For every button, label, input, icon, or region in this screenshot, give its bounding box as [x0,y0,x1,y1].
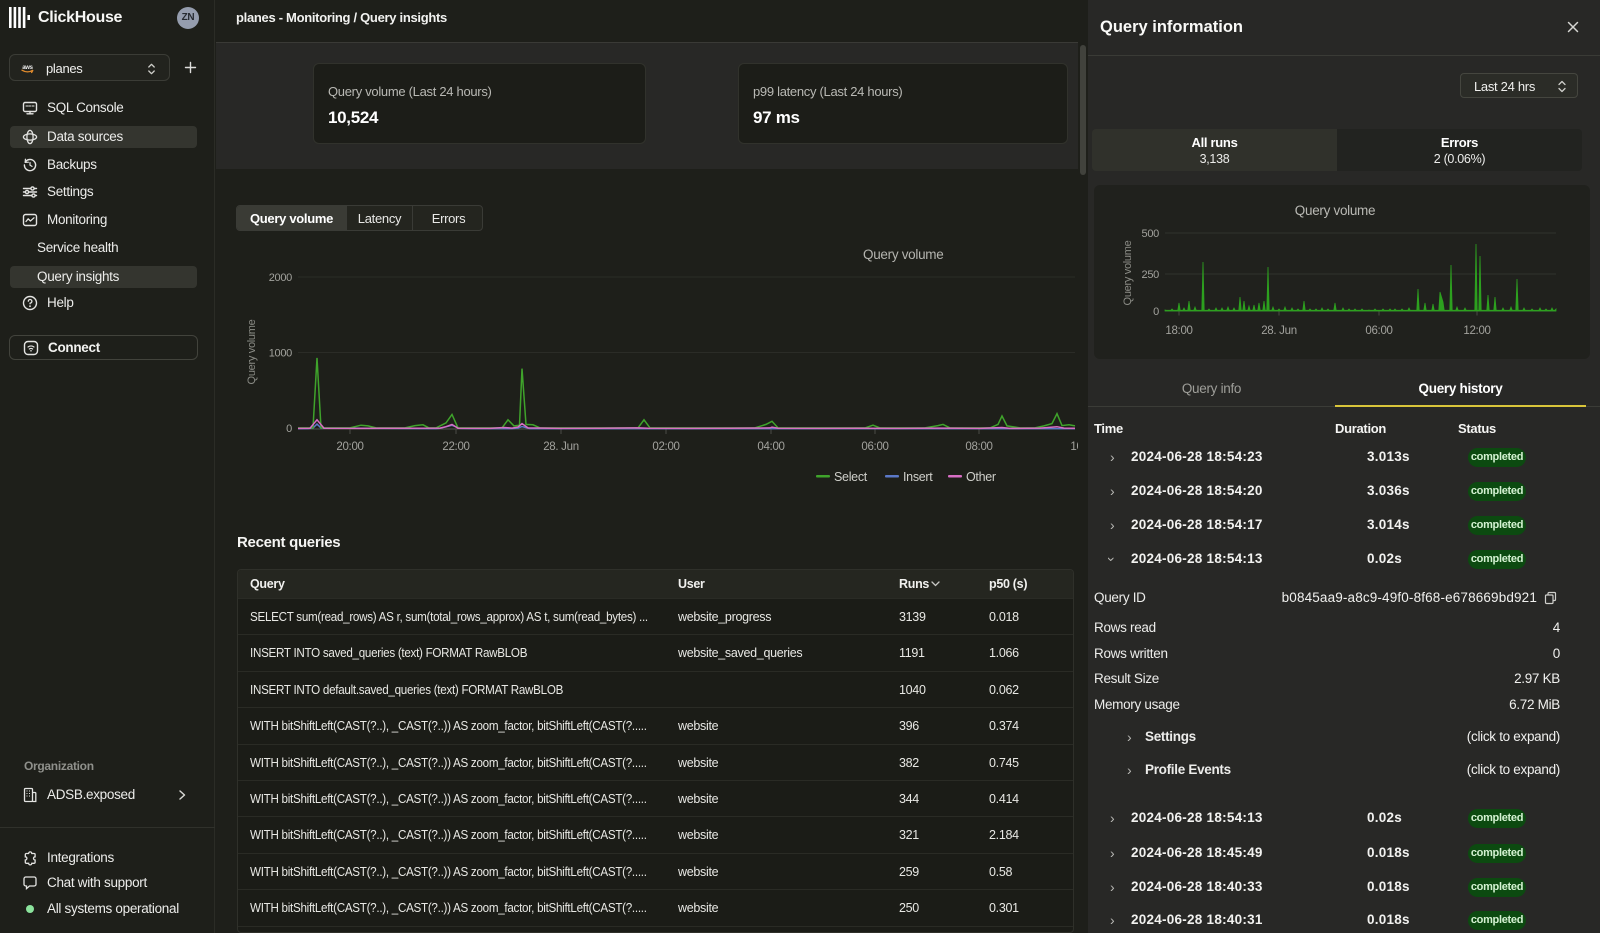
svg-text:Other: Other [966,470,996,484]
svg-text:250: 250 [1142,269,1160,281]
svg-text:12:00: 12:00 [1463,325,1490,337]
svg-text:28. Jun: 28. Jun [1261,325,1297,337]
svg-text:06:00: 06:00 [861,441,888,453]
svg-text:1000: 1000 [269,348,292,360]
svg-text:04:00: 04:00 [757,441,784,453]
svg-text:0: 0 [286,423,292,435]
svg-text:22:00: 22:00 [442,441,469,453]
svg-text:20:00: 20:00 [336,441,363,453]
svg-text:08:00: 08:00 [965,441,992,453]
svg-text:18:00: 18:00 [1165,325,1192,337]
svg-text:2000: 2000 [269,272,292,284]
svg-text:10:00: 10:00 [1070,441,1078,453]
svg-text:Select: Select [834,470,868,484]
svg-text:0: 0 [1153,306,1159,318]
svg-text:02:00: 02:00 [652,441,679,453]
svg-text:06:00: 06:00 [1365,325,1392,337]
svg-text:28. Jun: 28. Jun [543,441,579,453]
svg-text:500: 500 [1142,228,1160,240]
svg-text:Insert: Insert [903,470,933,484]
